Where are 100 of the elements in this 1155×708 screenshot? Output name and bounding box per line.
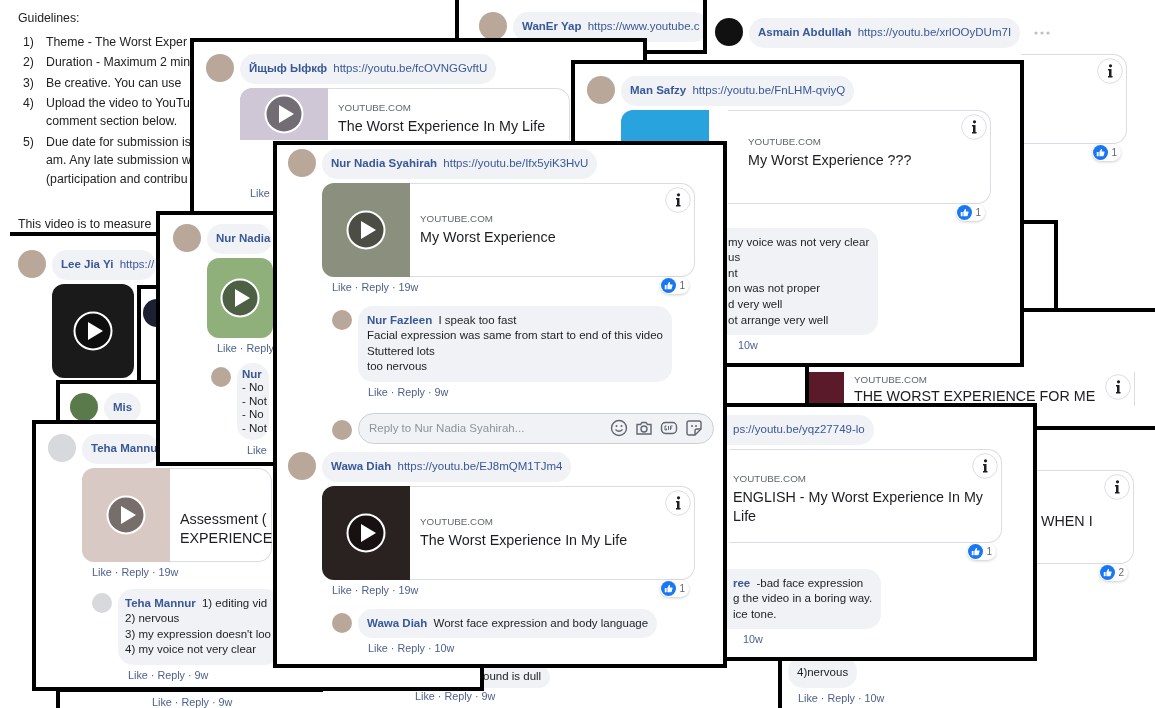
source-domain: YOUTUBE.COM: [854, 373, 928, 386]
author-name[interactable]: Asmain Abdullah: [758, 26, 852, 38]
video-title[interactable]: WHEN I: [1041, 512, 1093, 531]
video-thumbnail[interactable]: [322, 182, 410, 277]
video-thumbnail[interactable]: [322, 485, 410, 580]
reaction-badge[interactable]: 1: [967, 542, 996, 560]
video-title[interactable]: THE WORST EXPERIENCE FOR ME: [854, 387, 1096, 406]
author-name[interactable]: Mis: [113, 401, 133, 413]
play-icon[interactable]: [220, 277, 260, 318]
source-domain: YOUTUBE.COM: [748, 134, 822, 148]
play-icon[interactable]: [346, 512, 386, 553]
list-number: 2): [22, 54, 35, 72]
author-name[interactable]: ree: [733, 576, 751, 589]
comment-actions[interactable]: Like · Reply · 10w: [368, 641, 455, 656]
video-link[interactable]: https://youtu.be/fcOVNGGvftU: [333, 62, 488, 74]
author-name[interactable]: Lee Jia Yi: [61, 258, 114, 270]
link-preview[interactable]: YOUTUBE.COM My Worst Experience: [410, 182, 695, 277]
comment-actions[interactable]: Like · Reply · 9w: [415, 688, 496, 703]
comment-actions[interactable]: Like · Reply: [217, 340, 274, 355]
emoji-icon[interactable]: [610, 419, 628, 438]
video-title[interactable]: ENGLISH - My Worst Experience In My: [733, 487, 983, 507]
author-name[interactable]: Йщыф Ыфкф: [249, 62, 328, 74]
author-name[interactable]: Nur Nadia: [216, 232, 271, 244]
comment-actions[interactable]: Like: [250, 185, 270, 200]
video-link[interactable]: ps://youtu.be/yqz27749-lo: [733, 423, 865, 435]
video-thumbnail[interactable]: [240, 87, 328, 140]
comment-actions[interactable]: Like · Reply · 9w: [152, 695, 233, 708]
comment-text: Stuttered lots: [367, 343, 436, 359]
reaction-badge[interactable]: 1: [660, 579, 689, 597]
video-title[interactable]: My Worst Experience: [420, 227, 556, 247]
author-name[interactable]: Nur: [242, 367, 262, 380]
guideline-text: Due date for submission is: [46, 133, 191, 151]
like-icon: [957, 204, 973, 220]
link-preview[interactable]: YOUTUBE.COM The Worst Experience In My Life: [410, 485, 695, 580]
author-name[interactable]: Teha Mannu: [91, 442, 158, 454]
guideline-text: (participation and contribu: [46, 170, 189, 188]
author-name[interactable]: Man Safzy: [630, 84, 687, 96]
video-title[interactable]: EXPERIENCE: [180, 528, 273, 548]
comment-text: ot arrange very well: [728, 312, 830, 328]
info-icon[interactable]: [1104, 474, 1130, 500]
comment-actions[interactable]: Like · Reply · 19w: [332, 279, 419, 294]
video-link[interactable]: https://youtu.be/xrlOOyDUm7I: [857, 26, 1012, 38]
reply-input[interactable]: Reply to Nur Nadia Syahirah...: [369, 422, 603, 435]
author-name[interactable]: Nur Fazleen: [367, 313, 433, 326]
reaction-badge[interactable]: 1: [1092, 143, 1121, 161]
info-icon[interactable]: [961, 113, 987, 140]
comment-actions[interactable]: Like · Reply · 10w: [798, 690, 885, 705]
link-preview[interactable]: Assessment ( EXPERIENCE: [170, 467, 272, 562]
list-number: 1): [22, 34, 35, 51]
link-preview[interactable]: YOUTUBE.COM My Worst Experience ???: [728, 109, 991, 204]
video-link[interactable]: https://youtu.be/EJ8mQM1TJm4: [397, 459, 563, 472]
comment-actions[interactable]: Like · Reply · 9w: [368, 384, 449, 399]
guideline-text: Upload the video to YouTu: [46, 94, 190, 112]
like-count: 1: [679, 279, 685, 291]
video-title[interactable]: The Worst Experience In My Life: [420, 530, 628, 550]
reaction-badge[interactable]: 2: [1099, 564, 1128, 581]
info-icon[interactable]: [1097, 57, 1123, 84]
link-preview[interactable]: YOUTUBE.COM ENGLISH - My Worst Experience In My Life: [729, 448, 1002, 543]
video-link[interactable]: https://youtu.be/Ifx5yiK3HvU: [443, 157, 589, 169]
video-link[interactable]: https://www.youtube.c: [587, 20, 700, 32]
author-name[interactable]: WanEr Yap: [522, 20, 582, 32]
video-title[interactable]: My Worst Experience ???: [748, 150, 912, 170]
camera-icon[interactable]: [635, 419, 653, 438]
comment-text: 1) editing vid: [201, 596, 268, 609]
video-thumbnail[interactable]: [82, 467, 170, 562]
play-icon[interactable]: [73, 310, 113, 351]
sticker-icon[interactable]: [685, 419, 703, 438]
author-name[interactable]: Teha Mannur: [125, 596, 196, 609]
info-icon[interactable]: [1105, 374, 1131, 400]
video-link[interactable]: https://youtu.be/FnLHM-qviyQ: [692, 84, 846, 96]
comment-actions[interactable]: Like · Reply · 19w: [332, 582, 419, 597]
info-icon[interactable]: [665, 186, 691, 213]
video-title[interactable]: The Worst Experience In My Life: [338, 116, 546, 136]
play-icon[interactable]: [346, 209, 386, 250]
reaction-badge[interactable]: 1: [660, 276, 689, 294]
reply-field[interactable]: Reply to Nur Nadia Syahirah...: [358, 412, 714, 444]
video-thumbnail[interactable]: [52, 283, 134, 378]
video-title[interactable]: Life: [733, 506, 983, 526]
comment-actions[interactable]: Like: [247, 443, 267, 458]
source-domain: YOUTUBE.COM: [338, 100, 412, 114]
comment-actions[interactable]: 10w: [743, 632, 763, 647]
link-preview[interactable]: WHEN I: [1037, 470, 1134, 564]
video-link[interactable]: https://: [119, 258, 155, 270]
video-thumbnail[interactable]: [809, 372, 844, 406]
info-icon[interactable]: [972, 452, 998, 479]
link-preview[interactable]: YOUTUBE.COM The Worst Experience In My Life: [328, 87, 570, 140]
like-count: 1: [679, 582, 685, 594]
video-thumbnail[interactable]: [207, 257, 273, 338]
info-icon[interactable]: [665, 489, 691, 516]
comment-actions[interactable]: Like · Reply · 9w: [128, 667, 209, 682]
comment-actions[interactable]: 10w: [738, 338, 758, 353]
source-domain: YOUTUBE.COM: [420, 211, 494, 225]
comment-text: - No: [242, 381, 265, 395]
comment-actions[interactable]: Like · Reply · 19w: [92, 564, 179, 579]
author-name[interactable]: Nur Nadia Syahirah: [331, 157, 438, 169]
author-name[interactable]: Wawa Diah: [331, 459, 392, 472]
author-name[interactable]: Wawa Diah: [367, 616, 428, 629]
reaction-badge[interactable]: 1: [956, 203, 985, 221]
video-thumbnail[interactable]: [621, 109, 709, 142]
video-title[interactable]: Assessment (: [180, 509, 273, 529]
